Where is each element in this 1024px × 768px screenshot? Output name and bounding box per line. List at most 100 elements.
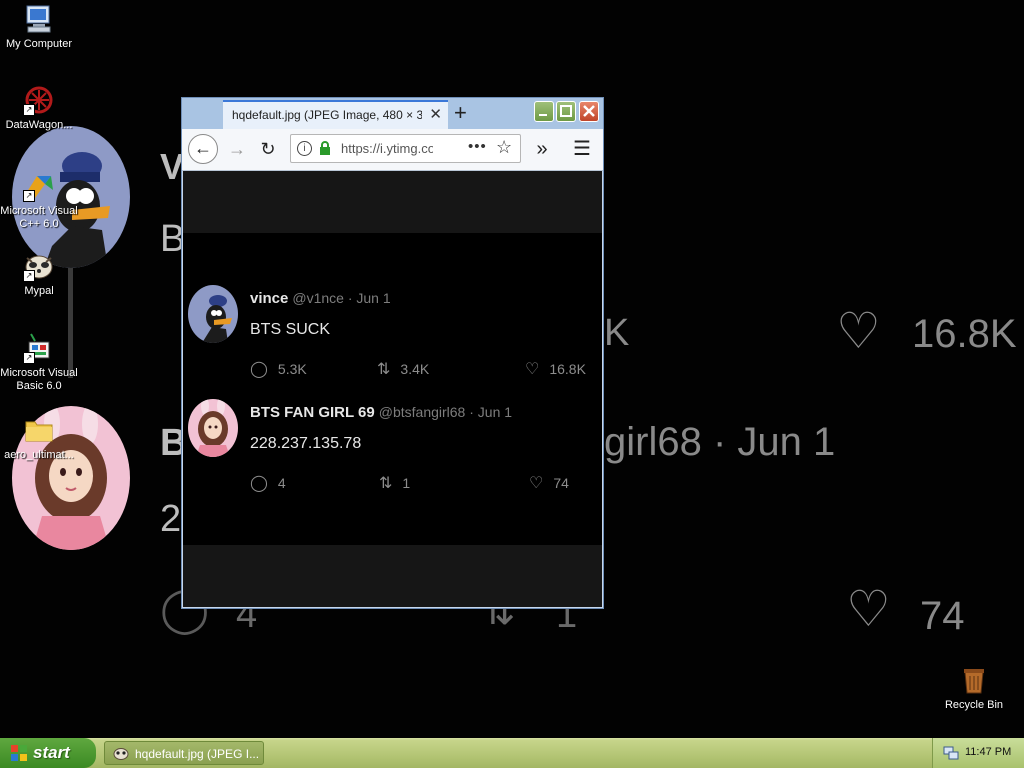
tab-close-icon[interactable]: ✕ [429, 105, 442, 123]
info-icon[interactable]: i [297, 141, 312, 156]
computer-icon [23, 3, 55, 35]
minimize-button[interactable] [534, 101, 554, 122]
folder-icon [23, 414, 55, 446]
wallpaper-likes-bottom: 74 [920, 594, 965, 638]
desktop-icon-label: aero_ultimat... [4, 449, 74, 461]
desktop-icon-visual-basic[interactable]: ↗ Microsoft Visual Basic 6.0 [0, 332, 78, 393]
url-text[interactable]: https://i.ytimg.com/vi/… [341, 141, 433, 156]
reply-button[interactable]: ◯ 4 [250, 473, 286, 493]
reload-button[interactable]: ↻ [253, 134, 283, 164]
author-handle: @v1nce · Jun 1 [292, 290, 391, 306]
wallpaper-initial-4: 2 [160, 498, 182, 540]
wallpaper-retweet-fragment: K [604, 312, 630, 354]
mypal-icon: ↗ [23, 250, 55, 282]
visual-cpp-icon: ↗ [23, 170, 55, 202]
wallpaper-handle-fragment: girl68 · Jun 1 [604, 420, 836, 464]
windows-flag-icon [10, 744, 28, 762]
wallpaper-likes-top: 16.8K [912, 312, 1017, 356]
reply-button[interactable]: ◯ 5.3K [250, 359, 307, 379]
mypal-app-icon [113, 746, 129, 760]
arrow-right-icon: → [228, 139, 246, 159]
retweet-icon: ⇅ [379, 475, 393, 492]
tab-title: hqdefault.jpg (JPEG Image, 480 × 360 pix… [232, 108, 422, 122]
tweet-text: 228.237.135.78 [250, 435, 362, 452]
visual-basic-icon: ↗ [23, 332, 55, 364]
reply-count: 4 [277, 475, 286, 491]
reply-icon: ◯ [250, 361, 268, 378]
shortcut-arrow-icon: ↗ [23, 352, 35, 364]
forward-button[interactable]: → [222, 134, 252, 164]
back-button[interactable]: ← [188, 134, 218, 164]
avatar [188, 285, 238, 343]
menu-button[interactable]: ☰ [567, 134, 597, 164]
author-handle: @btsfangirl68 · Jun 1 [378, 404, 513, 420]
desktop-icon-mypal[interactable]: ↗ Mypal [0, 250, 78, 298]
avatar [188, 399, 238, 457]
desktop-icon-label: Microsoft Visual Basic 6.0 [0, 367, 78, 392]
toolbar-overflow-button[interactable]: » [527, 134, 557, 164]
system-tray: 11:47 PM [932, 738, 1024, 768]
clock[interactable]: 11:47 PM [965, 746, 1011, 758]
wallpaper-heart-icon-top: ♡ [836, 303, 881, 359]
heart-icon: ♡ [529, 475, 544, 492]
retweet-button[interactable]: ⇅ 3.4K [377, 359, 429, 379]
close-icon [583, 105, 595, 117]
retweet-button[interactable]: ⇅ 1 [379, 473, 410, 493]
minimize-icon [539, 114, 547, 116]
reply-count: 5.3K [277, 361, 307, 377]
reply-icon: ◯ [250, 475, 268, 492]
like-button[interactable]: ♡ 74 [529, 473, 569, 493]
tab-strip: hqdefault.jpg (JPEG Image, 480 × 360 pix… [182, 98, 603, 129]
like-count: 16.8K [549, 361, 586, 377]
maximize-button[interactable] [556, 101, 576, 122]
lock-icon[interactable] [319, 141, 331, 155]
shortcut-arrow-icon: ↗ [23, 190, 35, 202]
like-button[interactable]: ♡ 16.8K [525, 359, 586, 379]
tweet-text: BTS SUCK [250, 321, 331, 338]
desktop-icon-label: Microsoft Visual C++ 6.0 [0, 205, 78, 230]
maximize-icon [560, 105, 572, 117]
close-window-button[interactable] [579, 101, 599, 122]
tweet-image: vince @v1nce · Jun 1 BTS SUCK ◯ 5.3K ⇅ 3.4K… [183, 233, 602, 545]
address-bar[interactable]: i https://i.ytimg.com/vi/… ••• ☆ [290, 134, 521, 163]
start-label: start [33, 743, 70, 762]
author-name: vince [250, 290, 289, 307]
retweet-count: 1 [402, 475, 411, 491]
retweet-count: 3.4K [400, 361, 430, 377]
like-count: 74 [553, 475, 569, 491]
author-name: BTS FAN GIRL 69 [250, 404, 375, 421]
new-tab-button[interactable]: + [454, 100, 467, 126]
desktop-icon-my-computer[interactable]: My Computer [0, 3, 78, 51]
desktop-icon-recycle-bin[interactable]: Recycle Bin [935, 664, 1013, 712]
taskbar-button-label: hqdefault.jpg (JPEG I... [135, 747, 260, 761]
reload-icon: ↻ [260, 139, 276, 159]
browser-window: hqdefault.jpg (JPEG Image, 480 × 360 pix… [181, 97, 604, 609]
taskbar: start hqdefault.jpg (JPEG I... 11:47 PM [0, 738, 1024, 768]
wallpaper-heart-icon-bottom: ♡ [846, 581, 891, 637]
bookmark-star-icon[interactable]: ☆ [496, 137, 512, 158]
desktop-icon-datawagon[interactable]: ↗ DataWagon... [0, 84, 78, 132]
desktop-icon-aero-ultimate[interactable]: aero_ultimat... [0, 414, 78, 462]
image-letterbox-top [183, 171, 602, 233]
retweet-icon: ⇅ [377, 361, 391, 378]
page-actions-icon[interactable]: ••• [468, 138, 487, 155]
desktop-icon-visual-cpp[interactable]: ↗ Microsoft Visual C++ 6.0 [0, 170, 78, 231]
desktop-icon-label: Recycle Bin [944, 699, 1004, 711]
desktop-icon-label: My Computer [5, 38, 73, 50]
shortcut-arrow-icon: ↗ [23, 104, 35, 116]
tab-image[interactable]: hqdefault.jpg (JPEG Image, 480 × 360 pix… [223, 100, 448, 129]
desktop-icon-label: DataWagon... [5, 119, 73, 131]
page-content: vince @v1nce · Jun 1 BTS SUCK ◯ 5.3K ⇅ 3.4K… [183, 171, 602, 607]
tweet-author[interactable]: vince @v1nce · Jun 1 [250, 290, 391, 307]
image-letterbox-bottom [183, 545, 602, 607]
tweet-author[interactable]: BTS FAN GIRL 69 @btsfangirl68 · Jun 1 [250, 404, 512, 421]
network-icon[interactable] [943, 745, 959, 761]
taskbar-button-browser[interactable]: hqdefault.jpg (JPEG I... [104, 741, 264, 765]
arrow-left-icon: ← [194, 138, 212, 158]
start-button[interactable]: start [0, 738, 96, 768]
navigation-toolbar: ← → ↻ i https://i.ytimg.com/vi/… ••• ☆ »… [182, 129, 603, 171]
desktop-icon-label: Mypal [24, 285, 54, 297]
datawagon-icon: ↗ [23, 84, 55, 116]
recycle-bin-icon [958, 664, 990, 696]
heart-icon: ♡ [525, 361, 540, 378]
